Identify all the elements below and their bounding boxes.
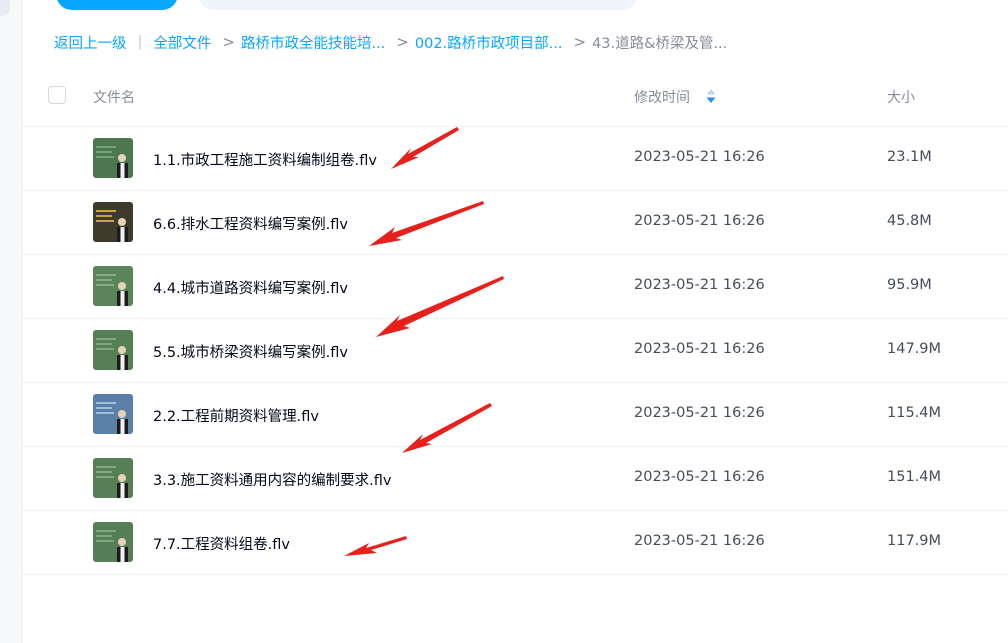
select-all-checkbox[interactable] xyxy=(48,86,66,104)
breadcrumb-level2[interactable]: 002.路桥市政项目部... xyxy=(415,32,563,53)
file-modified-time: 2023-05-21 16:26 xyxy=(634,341,765,357)
file-modified-time: 2023-05-21 16:26 xyxy=(634,213,765,229)
file-name-link[interactable]: 2.2.工程前期资料管理.flv xyxy=(153,405,319,426)
file-name-link[interactable]: 3.3.施工资料通用内容的编制要求.flv xyxy=(153,469,392,490)
file-modified-time: 2023-05-21 16:26 xyxy=(634,533,765,549)
file-name-link[interactable]: 5.5.城市桥梁资料编写案例.flv xyxy=(153,341,348,362)
video-thumbnail[interactable] xyxy=(93,202,133,242)
breadcrumb-current: 43.道路&桥梁及管... xyxy=(592,35,728,52)
table-row[interactable]: 3.3.施工资料通用内容的编制要求.flv 2023-05-21 16:26 151… xyxy=(22,447,1008,511)
column-header-size[interactable]: 大小 xyxy=(887,87,915,107)
file-name-link[interactable]: 7.7.工程资料组卷.flv xyxy=(153,533,290,554)
table-row[interactable]: 4.4.城市道路资料编写案例.flv 2023-05-21 16:26 95.9M xyxy=(22,255,1008,319)
breadcrumb-divider: | xyxy=(137,34,143,50)
file-size: 115.4M xyxy=(887,405,942,421)
file-name-link[interactable]: 1.1.市政工程施工资料编制组卷.flv xyxy=(153,149,377,170)
file-size: 117.9M xyxy=(887,533,942,549)
file-size: 151.4M xyxy=(887,469,942,485)
chevron-right-icon: > xyxy=(222,33,235,51)
column-header-name[interactable]: 文件名 xyxy=(93,87,135,107)
file-size: 23.1M xyxy=(887,149,932,165)
breadcrumb-all-files[interactable]: 全部文件 xyxy=(153,32,211,53)
upload-button[interactable] xyxy=(56,0,178,10)
file-size: 95.9M xyxy=(887,277,932,293)
chevron-right-icon: > xyxy=(396,33,409,51)
search-input[interactable] xyxy=(198,0,638,10)
breadcrumb: 返回上一级 | 全部文件 > 路桥市政全能技能培... > 002.路桥市政项目… xyxy=(54,31,727,53)
sort-icon[interactable] xyxy=(705,86,717,106)
file-size: 147.9M xyxy=(887,341,942,357)
video-thumbnail[interactable] xyxy=(93,138,133,178)
file-modified-time: 2023-05-21 16:26 xyxy=(634,277,765,293)
sidebar-edge xyxy=(0,0,10,16)
video-thumbnail[interactable] xyxy=(93,458,133,498)
table-row[interactable]: 5.5.城市桥梁资料编写案例.flv 2023-05-21 16:26 147.9M xyxy=(22,319,1008,383)
table-row[interactable]: 2.2.工程前期资料管理.flv 2023-05-21 16:26 115.4M xyxy=(22,383,1008,447)
file-modified-time: 2023-05-21 16:26 xyxy=(634,405,765,421)
table-row[interactable]: 7.7.工程资料组卷.flv 2023-05-21 16:26 117.9M xyxy=(22,511,1008,575)
file-name-link[interactable]: 4.4.城市道路资料编写案例.flv xyxy=(153,277,348,298)
table-header: 文件名 修改时间 大小 xyxy=(22,70,1008,127)
column-header-modified[interactable]: 修改时间 xyxy=(634,87,690,107)
table-row[interactable]: 6.6.排水工程资料编写案例.flv 2023-05-21 16:26 45.8M xyxy=(22,191,1008,255)
file-modified-time: 2023-05-21 16:26 xyxy=(634,149,765,165)
video-thumbnail[interactable] xyxy=(93,522,133,562)
left-sidebar xyxy=(0,0,23,643)
breadcrumb-level1[interactable]: 路桥市政全能技能培... xyxy=(241,32,385,53)
file-modified-time: 2023-05-21 16:26 xyxy=(634,469,765,485)
video-thumbnail[interactable] xyxy=(93,394,133,434)
video-thumbnail[interactable] xyxy=(93,330,133,370)
video-thumbnail[interactable] xyxy=(93,266,133,306)
file-name-link[interactable]: 6.6.排水工程资料编写案例.flv xyxy=(153,213,348,234)
back-link[interactable]: 返回上一级 xyxy=(54,32,127,53)
table-row[interactable]: 1.1.市政工程施工资料编制组卷.flv 2023-05-21 16:26 23.1… xyxy=(22,127,1008,191)
chevron-right-icon: > xyxy=(573,33,587,51)
file-size: 45.8M xyxy=(887,213,932,229)
